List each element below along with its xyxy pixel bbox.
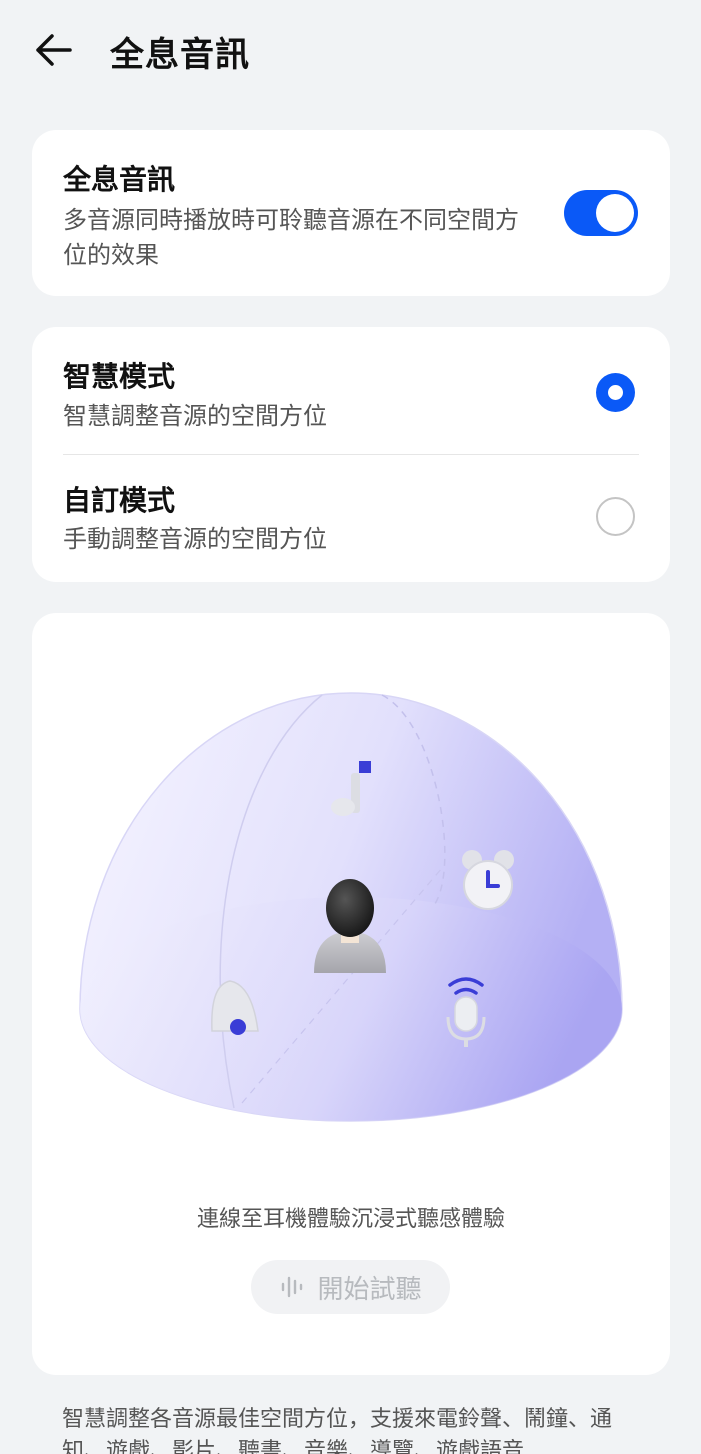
start-listening-button[interactable]: 開始試聽 (251, 1260, 450, 1314)
holographic-audio-settings-page: 全息音訊 全息音訊 多音源同時播放時可聆聽音源在不同空間方位的效果 智慧模式 智… (0, 0, 701, 1454)
back-button[interactable] (30, 28, 78, 72)
custom-mode-radio[interactable] (596, 497, 635, 536)
arrow-left-icon (36, 34, 72, 66)
spatial-audio-illustration (79, 692, 623, 1122)
smart-mode-description: 智慧調整音源的空間方位 (63, 402, 327, 430)
custom-mode-description: 手動調整音源的空間方位 (63, 525, 327, 553)
mode-selection-card: 智慧模式 智慧調整音源的空間方位 自訂模式 手動調整音源的空間方位 (32, 327, 670, 582)
mode-row-custom[interactable]: 自訂模式 手動調整音源的空間方位 (32, 455, 670, 582)
mode-row-smart[interactable]: 智慧模式 智慧調整音源的空間方位 (32, 327, 670, 454)
illustration-card: 連線至耳機體驗沉浸式聽感體驗 開始試聽 (32, 613, 670, 1375)
custom-mode-title: 自訂模式 (63, 484, 176, 517)
app-header: 全息音訊 (0, 0, 701, 100)
toggle-knob (596, 194, 634, 232)
holographic-title: 全息音訊 (63, 163, 176, 196)
start-listening-label: 開始試聽 (317, 1274, 422, 1305)
smart-mode-radio[interactable] (596, 373, 635, 412)
illustration-caption: 連線至耳機體驗沉浸式聽感體驗 (196, 1207, 505, 1232)
holographic-description: 多音源同時播放時可聆聽音源在不同空間方位的效果 (63, 206, 519, 269)
page-title: 全息音訊 (110, 35, 250, 75)
holographic-toggle[interactable] (564, 190, 638, 236)
smart-mode-title: 智慧模式 (63, 360, 176, 393)
footer-description: 智慧調整各音源最佳空間方位，支援來電鈴聲、鬧鐘、通知、遊戲、影片、聽書、音樂、導… (62, 1407, 613, 1454)
sound-wave-icon (282, 1276, 303, 1298)
holographic-toggle-card: 全息音訊 多音源同時播放時可聆聽音源在不同空間方位的效果 (32, 130, 670, 296)
